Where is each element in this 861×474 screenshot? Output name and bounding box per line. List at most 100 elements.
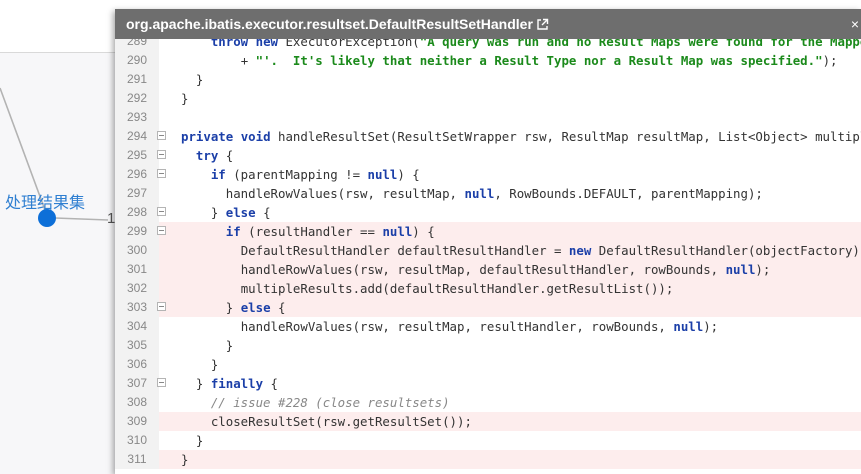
code-keyword: null [673, 319, 704, 334]
code-keyword: finally [210, 376, 264, 391]
line-number: 294 [115, 127, 159, 146]
line-number: 302 [115, 279, 159, 298]
code-token: , RowBounds.DEFAULT, parentMapping); [494, 186, 763, 201]
code-line: 308 // issue #228 (close resultsets) [115, 393, 861, 412]
line-number: 295 [115, 146, 159, 165]
source-code-popup: org.apache.ibatis.executor.resultset.Def… [115, 9, 861, 474]
line-number: 301 [115, 260, 159, 279]
code-token: } [210, 205, 226, 220]
code-token: multipleResults.add(defaultResultHandler… [240, 281, 674, 296]
code-line: 299 if (resultHandler == null) { [115, 222, 861, 241]
code-line: 296 if (parentMapping != null) { [115, 165, 861, 184]
line-number: 304 [115, 317, 159, 336]
code-keyword: else [240, 300, 271, 315]
mindmap-node-label[interactable]: 处理结果集 [5, 189, 85, 213]
code-line: 298 } else { [115, 203, 861, 222]
code-text: } else { [181, 203, 271, 222]
code-line: 303 } else { [115, 298, 861, 317]
code-line: 302 multipleResults.add(defaultResultHan… [115, 279, 861, 298]
code-text: } [181, 355, 218, 374]
external-link-icon[interactable] [536, 11, 549, 41]
line-number: 310 [115, 431, 159, 450]
code-token: { [218, 148, 234, 163]
code-keyword: null [725, 262, 756, 277]
code-line: 309 closeResultSet(rsw.getResultSet()); [115, 412, 861, 431]
line-number: 300 [115, 241, 159, 260]
code-line: 307 } finally { [115, 374, 861, 393]
code-text: try { [181, 146, 233, 165]
line-number: 291 [115, 70, 159, 89]
line-number: 305 [115, 336, 159, 355]
code-text: handleRowValues(rsw, resultMap, defaultR… [181, 260, 771, 279]
line-number: 296 [115, 165, 159, 184]
code-keyword: void [240, 129, 271, 144]
code-keyword: new [568, 243, 592, 258]
code-token: { [270, 300, 286, 315]
code-token: } [195, 376, 211, 391]
left-mindmap-panel: 处理结果集 1 [0, 0, 115, 474]
code-token: handleRowValues(rsw, resultMap, defaultR… [240, 262, 726, 277]
code-line: 291 } [115, 70, 861, 89]
code-text: handleRowValues(rsw, resultMap, null, Ro… [181, 184, 763, 203]
code-keyword: if [225, 224, 241, 239]
code-token: (parentMapping != [225, 167, 368, 182]
line-number: 308 [115, 393, 159, 412]
code-token: ); [822, 53, 838, 68]
code-token: { [263, 376, 278, 391]
code-line: 290 + "'. It's likely that neither a Res… [115, 51, 861, 70]
code-keyword: null [382, 224, 413, 239]
close-icon[interactable]: × [851, 9, 859, 39]
popup-header: org.apache.ibatis.executor.resultset.Def… [115, 9, 861, 39]
code-token: } [210, 357, 219, 372]
fold-toggle-icon[interactable] [157, 131, 166, 140]
code-token: } [181, 452, 189, 467]
line-number: 303 [115, 298, 159, 317]
fold-toggle-icon[interactable] [157, 226, 166, 235]
line-number: 292 [115, 89, 159, 108]
code-line: 300 DefaultResultHandler defaultResultHa… [115, 241, 861, 260]
fold-toggle-icon[interactable] [157, 207, 166, 216]
code-token: } [195, 433, 204, 448]
fold-toggle-icon[interactable] [157, 302, 166, 311]
code-token: ); [703, 319, 719, 334]
fold-toggle-icon[interactable] [157, 378, 166, 387]
code-keyword: try [195, 148, 219, 163]
code-token: } [181, 91, 189, 106]
line-number: 293 [115, 108, 159, 127]
popup-title[interactable]: org.apache.ibatis.executor.resultset.Def… [126, 16, 533, 32]
code-text: closeResultSet(rsw.getResultSet()); [181, 412, 472, 431]
code-view: 289 throw new ExecutorException("A query… [115, 32, 861, 469]
code-token: handleRowValues(rsw, resultMap, resultHa… [240, 319, 674, 334]
mindmap-edge-right [54, 217, 109, 221]
mindmap-connectors [0, 87, 109, 227]
code-line: 293 [115, 108, 861, 127]
fold-toggle-icon[interactable] [157, 169, 166, 178]
code-line: 301 handleRowValues(rsw, resultMap, defa… [115, 260, 861, 279]
line-number: 306 [115, 355, 159, 374]
code-token: } [195, 72, 204, 87]
code-comment: // issue #228 (close resultsets) [210, 395, 450, 410]
code-token: ); [755, 262, 771, 277]
code-keyword: null [367, 167, 398, 182]
line-number: 290 [115, 51, 159, 70]
code-text: } finally { [181, 374, 278, 393]
code-text: } [181, 70, 203, 89]
fold-toggle-icon[interactable] [157, 150, 166, 159]
line-number: 297 [115, 184, 159, 203]
code-keyword: if [210, 167, 226, 182]
code-text: DefaultResultHandler defaultResultHandle… [181, 241, 861, 260]
